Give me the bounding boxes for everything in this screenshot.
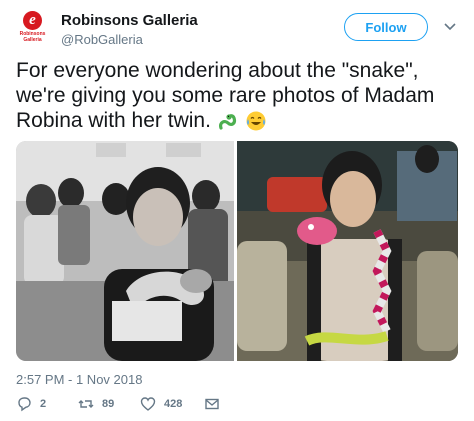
reply-icon: [18, 397, 31, 412]
retweet-button[interactable]: 89: [78, 396, 114, 412]
like-count: 428: [164, 398, 183, 410]
tweet-text: For everyone wondering about the "snake"…: [16, 58, 458, 133]
avatar-logo-text: Robinsons Galleria: [19, 31, 46, 43]
retweet-count: 89: [102, 398, 115, 410]
tears-of-joy-emoji: [246, 111, 266, 131]
direct-message-button[interactable]: [204, 396, 220, 412]
follow-button[interactable]: Follow: [344, 13, 428, 41]
heart-icon: [140, 397, 156, 411]
account-name[interactable]: Robinsons Galleria: [61, 12, 198, 29]
account-handle[interactable]: @RobGalleria: [61, 32, 143, 47]
photo-color-lounge[interactable]: [237, 141, 458, 361]
tweet-media[interactable]: [16, 141, 458, 361]
photo-black-and-white-office[interactable]: [16, 141, 234, 361]
reply-count: 2: [40, 398, 47, 410]
snake-emoji: [218, 114, 236, 131]
like-button[interactable]: 428: [140, 396, 182, 412]
avatar[interactable]: e Robinsons Galleria: [16, 10, 49, 43]
retweet-icon: [78, 400, 94, 408]
tweet-header: e Robinsons Galleria Robinsons Galleria …: [16, 10, 458, 50]
robinsons-logo-icon: e: [23, 11, 42, 30]
envelope-icon: [205, 398, 219, 410]
chevron-down-icon[interactable]: [443, 20, 457, 34]
tweet-actions: 2 89 428: [16, 396, 316, 416]
reply-button[interactable]: 2: [16, 396, 46, 412]
tweet-timestamp[interactable]: 2:57 PM - 1 Nov 2018: [16, 372, 142, 387]
